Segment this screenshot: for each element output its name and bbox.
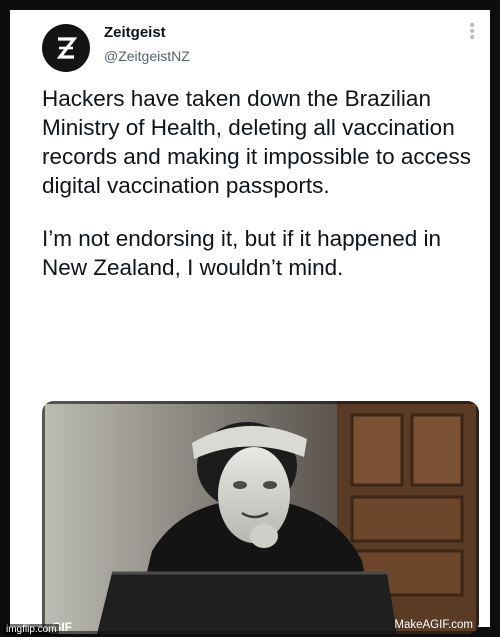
- makeagif-watermark: MakeAGIF.com: [394, 619, 473, 631]
- tweet-paragraph: Hackers have taken down the Brazilian Mi…: [42, 86, 471, 198]
- tweet-card: Zeitgeist @ZeitgeistNZ • • • Hackers hav…: [0, 0, 500, 637]
- author-name[interactable]: Zeitgeist: [104, 24, 166, 41]
- imgflip-watermark: imgflip.com: [4, 624, 59, 635]
- tweet-body: Hackers have taken down the Brazilian Mi…: [42, 84, 487, 306]
- zeitgeist-logo-icon[interactable]: [42, 24, 90, 72]
- author-handle[interactable]: @ZeitgeistNZ: [104, 48, 190, 64]
- gif-media[interactable]: GIF MakeAGIF.com: [42, 401, 479, 634]
- more-vertical-icon[interactable]: • • •: [462, 22, 480, 38]
- gif-frame-illustration: [42, 401, 479, 634]
- tweet-paragraph: I’m not endorsing it, but if it happened…: [42, 226, 442, 280]
